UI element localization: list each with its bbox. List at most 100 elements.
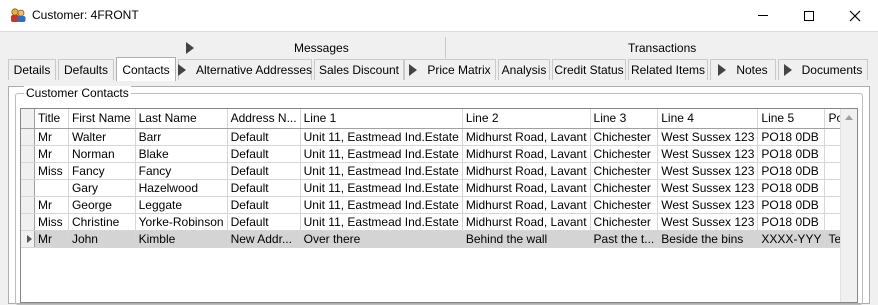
vertical-scrollbar[interactable] [840,109,857,302]
grid-cell[interactable]: Unit 11, Eastmead Ind.Estate [300,179,463,197]
grid-cell[interactable]: Midhurst Road, Lavant [462,145,591,163]
grid-cell[interactable]: John [68,230,136,248]
grid-cell[interactable]: Kimble [135,230,228,248]
grid-cell[interactable]: Midhurst Road, Lavant [462,179,591,197]
contact-row[interactable]: Mr John Kimble New Addr... Over there Behind … [21,230,857,248]
grid-cell[interactable]: Unit 11, Eastmead Ind.Estate [300,213,463,231]
grid-cell[interactable]: New Addr... [227,230,301,248]
grid-cell[interactable]: Barr [135,128,228,146]
column-header[interactable]: Title [34,109,69,129]
grid-cell[interactable]: West Sussex 123 [657,179,759,197]
grid-cell[interactable]: George [68,196,136,214]
grid-cell[interactable]: West Sussex 123 [657,162,759,180]
contact-row[interactable]: Mr Norman Blake Default Unit 11, Eastmead In… [21,145,857,163]
grid-cell[interactable]: Chichester [590,162,659,180]
column-header[interactable]: Line 4 [657,109,759,129]
tab-related-items[interactable]: Related Items [628,59,708,80]
contact-row[interactable]: Miss Christine Yorke-Robinson Default Unit 1… [21,213,857,231]
grid-cell[interactable]: Past the t... [590,230,659,248]
grid-cell[interactable]: Midhurst Road, Lavant [462,162,591,180]
grid-cell[interactable]: Mr [34,145,69,163]
tab-details[interactable]: Details [8,59,56,80]
grid-cell[interactable]: Walter [68,128,136,146]
tab-defaults[interactable]: Defaults [58,59,114,80]
grid-cell[interactable]: Unit 11, Eastmead Ind.Estate [300,162,463,180]
grid-cell[interactable]: Mr [34,128,69,146]
contact-row[interactable]: Mr Walter Barr Default Unit 11, Eastmead Ind… [21,128,857,146]
grid-cell[interactable]: Miss [34,162,69,180]
grid-cell[interactable]: Midhurst Road, Lavant [462,213,591,231]
grid-cell[interactable]: PO18 0DB [757,196,826,214]
grid-cell[interactable]: PO18 0DB [757,145,826,163]
grid-cell[interactable]: Default [227,213,301,231]
column-header[interactable]: Line 1 [300,109,463,129]
grid-cell[interactable]: West Sussex 123 [657,213,759,231]
grid-cell[interactable] [34,179,69,197]
grid-cell[interactable]: XXXX-YYY [757,230,826,248]
grid-cell[interactable]: Midhurst Road, Lavant [462,128,591,146]
tab-credit-status[interactable]: Credit Status [552,59,626,80]
minimize-button[interactable] [740,0,786,31]
row-header[interactable] [21,196,35,214]
row-header[interactable] [21,179,35,197]
grid-cell[interactable]: Default [227,162,301,180]
grid-cell[interactable]: West Sussex 123 [657,145,759,163]
grid-cell[interactable]: Default [227,145,301,163]
contact-row[interactable]: Miss Fancy Fancy Default Unit 11, Eastmead I… [21,162,857,180]
grid-cell[interactable]: PO18 0DB [757,128,826,146]
grid-cell[interactable]: PO18 0DB [757,162,826,180]
grid-cell[interactable]: PO18 0DB [757,213,826,231]
column-header[interactable]: Line 5 [757,109,826,129]
row-header[interactable] [21,162,35,180]
close-button[interactable] [832,0,878,31]
grid-cell[interactable]: Blake [135,145,228,163]
grid-cell[interactable]: Default [227,196,301,214]
grid-cell[interactable]: Unit 11, Eastmead Ind.Estate [300,145,463,163]
grid-cell[interactable]: Miss [34,213,69,231]
grid-cell[interactable]: PO18 0DB [757,179,826,197]
row-header[interactable] [21,145,35,163]
grid-cell[interactable]: Christine [68,213,136,231]
grid-cell[interactable]: Midhurst Road, Lavant [462,196,591,214]
tab-group-transactions[interactable]: Transactions [445,37,870,58]
maximize-button[interactable] [786,0,832,31]
grid-cell[interactable]: Chichester [590,145,659,163]
contact-row[interactable]: Gary Hazelwood Default Unit 11, Eastmead In… [21,179,857,197]
tab-price-matrix[interactable]: Price Matrix [404,59,496,80]
grid-cell[interactable]: Beside the bins [657,230,759,248]
grid-cell[interactable]: Behind the wall [462,230,591,248]
row-header[interactable] [21,213,35,231]
grid-cell[interactable]: West Sussex 123 [657,196,759,214]
grid-cell[interactable]: Default [227,179,301,197]
contacts-grid[interactable]: Title First Name Last Name Address N... Line… [20,108,858,303]
grid-cell[interactable]: Mr [34,230,69,248]
grid-cell[interactable]: Chichester [590,196,659,214]
tab-alternative-addresses[interactable]: Alternative Addresses [177,59,312,80]
grid-cell[interactable]: Unit 11, Eastmead Ind.Estate [300,128,463,146]
tab-group-messages[interactable]: Messages [182,37,446,58]
grid-cell[interactable]: Chichester [590,128,659,146]
grid-cell[interactable]: Fancy [135,162,228,180]
column-header[interactable]: First Name [68,109,136,129]
grid-cell[interactable]: Mr [34,196,69,214]
grid-cell[interactable]: Leggate [135,196,228,214]
grid-cell[interactable]: Over there [300,230,463,248]
tab-sales-discount[interactable]: Sales Discount [314,59,404,80]
row-header[interactable] [21,230,35,248]
grid-cell[interactable]: Default [227,128,301,146]
tab-contacts[interactable]: Contacts [116,57,176,81]
column-header[interactable]: Line 2 [462,109,591,129]
grid-cell[interactable]: West Sussex 123 [657,128,759,146]
grid-cell[interactable]: Chichester [590,179,659,197]
grid-cell[interactable]: Hazelwood [135,179,228,197]
contact-row[interactable]: Mr George Leggate Default Unit 11, Eastmead … [21,196,857,214]
grid-cell[interactable]: Chichester [590,213,659,231]
column-header[interactable]: Address N... [227,109,301,129]
tab-analysis[interactable]: Analysis [498,59,550,80]
tab-documents[interactable]: Documents [778,59,868,80]
grid-cell[interactable]: Norman [68,145,136,163]
grid-cell[interactable]: Gary [68,179,136,197]
row-header[interactable] [21,128,35,146]
grid-cell[interactable]: Yorke-Robinson [135,213,228,231]
grid-cell[interactable]: Fancy [68,162,136,180]
